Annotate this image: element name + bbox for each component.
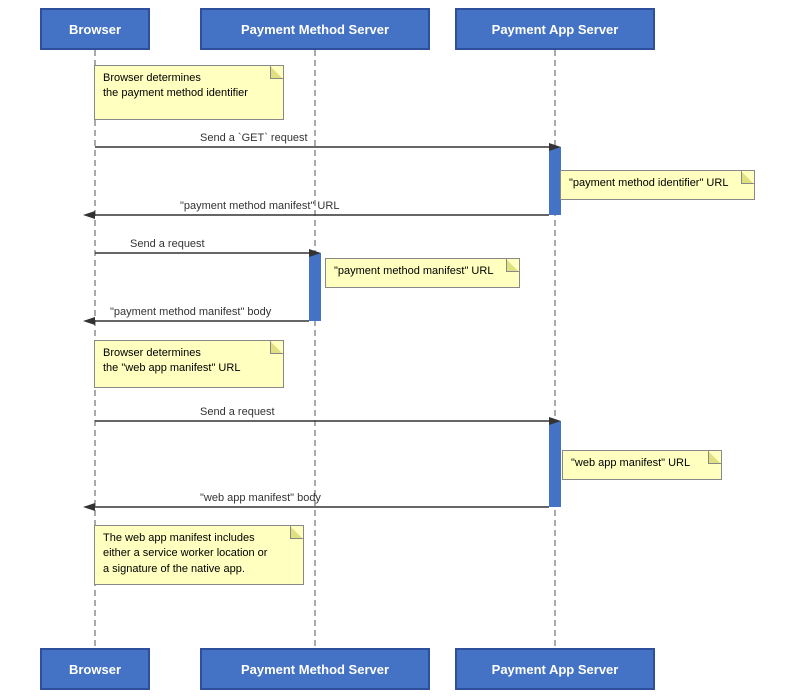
- arrow-label-send-request-1: Send a request: [130, 238, 205, 250]
- diagram-container: Browser Payment Method Server Payment Ap…: [0, 0, 800, 698]
- note-browser-determines-payment-method: Browser determinesthe payment method ide…: [94, 65, 284, 120]
- arrow-label-payment-method-manifest-url: "payment method manifest" URL: [180, 200, 339, 212]
- note-payment-method-manifest-url: "payment method manifest" URL: [325, 258, 520, 288]
- actor-browser-footer: Browser: [40, 648, 150, 690]
- note-payment-method-identifier-url: "payment method identifier" URL: [560, 170, 755, 200]
- actor-payment-method-server-footer: Payment Method Server: [200, 648, 430, 690]
- arrow-label-send-request-2: Send a request: [200, 406, 275, 418]
- arrow-label-payment-method-manifest-body: "payment method manifest" body: [110, 306, 271, 318]
- actor-browser-header: Browser: [40, 8, 150, 50]
- note-web-app-manifest-info: The web app manifest includeseither a se…: [94, 525, 304, 585]
- actor-payment-app-server-header: Payment App Server: [455, 8, 655, 50]
- note-browser-determines-webapp-manifest: Browser determinesthe "web app manifest"…: [94, 340, 284, 388]
- arrow-label-web-app-manifest-body: "web app manifest" body: [200, 492, 321, 504]
- arrow-label-get-request: Send a `GET` request: [200, 132, 308, 144]
- note-web-app-manifest-url: "web app manifest" URL: [562, 450, 722, 480]
- actor-payment-app-server-footer: Payment App Server: [455, 648, 655, 690]
- actor-payment-method-server-header: Payment Method Server: [200, 8, 430, 50]
